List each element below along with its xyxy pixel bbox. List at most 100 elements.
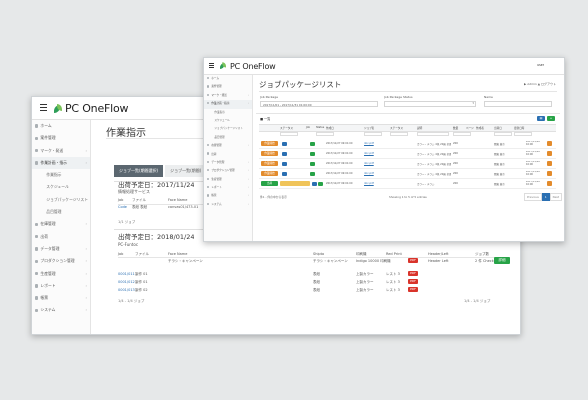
- sidebar-item[interactable]: 案件管理: [204, 83, 252, 91]
- user-name[interactable]: user: [537, 63, 544, 67]
- job-link[interactable]: 0001/012: [118, 280, 135, 284]
- sidebar-subitem[interactable]: スケジュール: [204, 117, 252, 125]
- sidebar-item-label: ジョブパッケージリスト: [214, 127, 243, 131]
- sidebar-item[interactable]: 在庫管理 ›: [204, 142, 252, 150]
- column-search-input[interactable]: [494, 132, 512, 136]
- sidebar-subitem[interactable]: スケジュール: [32, 181, 90, 193]
- sidebar-item[interactable]: 帳票 ›: [32, 292, 90, 304]
- name-input[interactable]: [484, 101, 552, 107]
- sidebar-item[interactable]: 作業計画・指示 ›: [204, 100, 252, 109]
- file-link[interactable]: doc.pdf: [364, 172, 374, 175]
- chevron-icon: ›: [247, 144, 249, 148]
- menu-icon[interactable]: [209, 63, 214, 70]
- status-badge[interactable]: 作業開始: [261, 141, 278, 146]
- sidebar-subitem[interactable]: 品目管理: [32, 206, 90, 218]
- job-link[interactable]: Code: [118, 205, 132, 210]
- pages-cell: レスト 3: [386, 272, 400, 276]
- job-link[interactable]: 0001/011: [118, 272, 135, 276]
- add-button[interactable]: +: [547, 116, 555, 121]
- sidebar-subitem[interactable]: ジョブパッケージリスト: [204, 125, 252, 133]
- menu-item-icon: [35, 308, 39, 313]
- sidebar-item-label: 在庫管理: [40, 221, 56, 227]
- status-badge[interactable]: 作業開始: [261, 151, 278, 156]
- sidebar-item[interactable]: マーク・発送 ›: [32, 145, 90, 157]
- column-search-input[interactable]: [280, 132, 298, 136]
- column-header: 作成日: [326, 126, 334, 130]
- edit-icon[interactable]: [547, 161, 552, 166]
- status-select[interactable]: ▾: [384, 101, 476, 107]
- column-search-input[interactable]: [417, 132, 449, 136]
- date-range-input[interactable]: 2017/11/01 - 2017/11/31 01:00:00: [260, 101, 378, 107]
- column-search-input[interactable]: [364, 132, 382, 136]
- tab-job-list-period-select[interactable]: ジョブ一覧(期間選択): [114, 165, 164, 177]
- sidebar-item[interactable]: 帳票 ›: [204, 192, 252, 200]
- status-badge[interactable]: 作業開始: [261, 171, 278, 176]
- file-link[interactable]: doc.pdf: [364, 142, 374, 145]
- sidebar-item[interactable]: 出荷: [204, 151, 252, 159]
- sidebar-item[interactable]: マーク・発送 ›: [204, 92, 252, 100]
- sidebar-item[interactable]: 出荷: [32, 231, 90, 243]
- press-cell: 上製カラー: [356, 272, 374, 276]
- sidebar-item[interactable]: プロダクション管理 ›: [32, 255, 90, 267]
- pdf-button[interactable]: PDF: [408, 279, 418, 284]
- sidebar-item[interactable]: ホーム: [32, 120, 90, 132]
- pager-previous[interactable]: Previous: [524, 193, 542, 201]
- sidebar-item-label: 作業指示: [46, 172, 62, 178]
- sidebar-item[interactable]: ホーム: [204, 75, 252, 83]
- header-right-links[interactable]: ▶ Admin ▲ ログアウト: [524, 82, 556, 86]
- sidebar-item[interactable]: 在庫管理 ›: [32, 218, 90, 230]
- job-link[interactable]: 0001/013: [118, 288, 135, 292]
- detail-button[interactable]: 詳細: [494, 257, 510, 264]
- sidebar-item[interactable]: 生産管理 ›: [32, 268, 90, 280]
- sidebar-item[interactable]: レポート ›: [32, 280, 90, 292]
- menu-icon[interactable]: [40, 104, 47, 113]
- tab-job-list-period[interactable]: ジョブ一覧(期間): [165, 165, 207, 177]
- column-search-input[interactable]: [316, 132, 334, 136]
- menu-item-icon: [207, 76, 210, 80]
- sidebar-subitem[interactable]: 品目管理: [204, 134, 252, 142]
- sidebar-subitem[interactable]: 作業指示: [204, 109, 252, 117]
- pdf-button[interactable]: PDF: [408, 258, 418, 263]
- sidebar-item[interactable]: レポート ›: [204, 184, 252, 192]
- quantity-cell: 200: [453, 182, 458, 185]
- shipto-cell: 表紙: [313, 272, 320, 276]
- column-search-input[interactable]: [514, 132, 532, 136]
- edit-icon[interactable]: [547, 151, 552, 156]
- sidebar-item[interactable]: データ管理 ›: [32, 243, 90, 255]
- pager-next[interactable]: Next: [549, 193, 563, 201]
- file-link[interactable]: doc.pdf: [364, 182, 374, 185]
- job-type-icon: [282, 171, 287, 176]
- edit-icon[interactable]: [547, 141, 552, 146]
- column-header: Header/Left: [428, 252, 449, 256]
- edit-icon[interactable]: [547, 181, 552, 186]
- sidebar-item[interactable]: 生産管理 ›: [204, 176, 252, 184]
- status-badge[interactable]: 作業開始: [261, 161, 278, 166]
- logo-text: PC OneFlow: [230, 61, 276, 71]
- pdf-button[interactable]: PDF: [408, 287, 418, 292]
- sidebar-item[interactable]: 案件管理: [32, 132, 90, 144]
- menu-item-icon: [207, 185, 210, 189]
- menu-item-icon: [207, 160, 210, 164]
- column-header: 数量: [453, 126, 459, 130]
- sidebar-item[interactable]: データ管理 ›: [204, 159, 252, 167]
- sidebar-item[interactable]: プロダクション管理 ›: [204, 167, 252, 175]
- user-cell: 関東 東京: [494, 153, 505, 156]
- sidebar-item-label: システム: [40, 307, 56, 313]
- pdf-button[interactable]: PDF: [408, 271, 418, 276]
- sidebar-item[interactable]: システム ›: [204, 201, 252, 209]
- sidebar-subitem[interactable]: 作業指示: [32, 169, 90, 181]
- sidebar-item[interactable]: システム ›: [32, 304, 90, 316]
- sidebar-subitem[interactable]: ジョブパッケージリスト: [32, 194, 90, 206]
- column-search-input[interactable]: [390, 132, 408, 136]
- pager-page-1[interactable]: 1: [541, 193, 550, 201]
- job-type-icon: [282, 141, 287, 146]
- sidebar-item[interactable]: 作業計画・指示 ›: [32, 156, 90, 170]
- top-bar: PC OneFlow user: [204, 58, 564, 75]
- file-link[interactable]: doc.pdf: [364, 162, 374, 165]
- status-badge[interactable]: 出荷: [261, 181, 278, 186]
- file-link[interactable]: doc.pdf: [364, 152, 374, 155]
- search-button[interactable]: ▤: [537, 116, 545, 121]
- edit-icon[interactable]: [547, 171, 552, 176]
- sidebar-item-label: プロダクション管理: [211, 169, 235, 173]
- column-search-input[interactable]: [453, 132, 471, 136]
